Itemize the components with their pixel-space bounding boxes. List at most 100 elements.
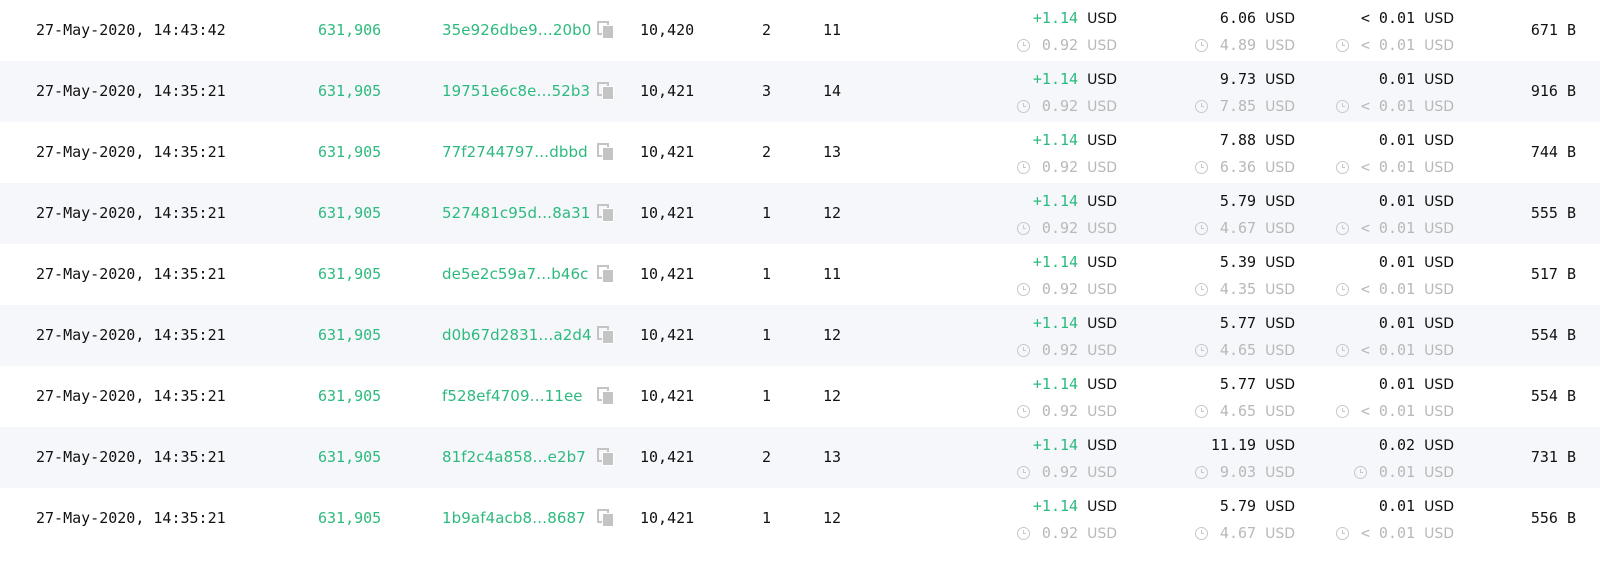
tx-hash-link[interactable]: 1b9af4acb8…8687 <box>442 508 586 528</box>
fee-usd-then-value: 7.85 <box>1219 97 1257 115</box>
table-row[interactable]: 27-May-2020, 14:35:21 631,905 81f2c4a858…e… <box>0 427 1600 488</box>
fee-per-kb-then-unit: USD <box>1424 282 1454 298</box>
fee-usd-unit: USD <box>1265 11 1295 27</box>
fee-per-kb: 0.01 USD <box>1379 374 1454 395</box>
output-usd-value: +1.14 <box>1032 192 1079 210</box>
block-link[interactable]: 631,906 <box>318 20 381 40</box>
clock-icon <box>1016 39 1030 52</box>
tx-hash-link[interactable]: 19751e6c8e…52b3 <box>442 81 590 101</box>
output-usd-then: 0.92 USD <box>1016 401 1117 422</box>
tx-hash-link[interactable]: d0b67d2831…a2d4 <box>442 325 592 345</box>
input-count: 1 <box>762 509 772 527</box>
copy-icon[interactable] <box>597 20 615 40</box>
block-link[interactable]: 631,905 <box>318 508 381 528</box>
output-usd: +1.14 USD <box>1033 8 1117 29</box>
fee-usd-then: 4.67 USD <box>1194 523 1295 544</box>
fee-per-kb-then: < 0.01 USD <box>1335 523 1454 544</box>
fee-per-kb-value: 0.01 <box>1378 497 1416 515</box>
table-row[interactable]: 27-May-2020, 14:35:21 631,905 1b9af4acb8…8… <box>0 488 1600 549</box>
output-count: 12 <box>823 509 842 527</box>
fee-per-kb-then: < 0.01 USD <box>1335 401 1454 422</box>
copy-icon-front <box>602 513 614 527</box>
tx-hash-link[interactable]: 527481c95d…8a31 <box>442 203 590 223</box>
fee-usd-then-unit: USD <box>1265 282 1295 298</box>
fee-per-kb-then-value: < 0.01 <box>1360 280 1416 298</box>
table-row[interactable]: 27-May-2020, 14:43:42 631,906 35e926dbe9…2… <box>0 0 1600 61</box>
clock-icon <box>1353 466 1367 479</box>
block-link[interactable]: 631,905 <box>318 264 381 284</box>
copy-icon[interactable] <box>597 264 615 284</box>
clock-icon <box>1194 39 1208 52</box>
output-usd-then: 0.92 USD <box>1016 157 1117 178</box>
tx-size: 555 B <box>1530 204 1576 222</box>
input-count: 2 <box>762 448 772 466</box>
clock-icon <box>1194 405 1208 418</box>
table-row[interactable]: 27-May-2020, 14:35:21 631,905 19751e6c8e…5… <box>0 61 1600 122</box>
copy-icon[interactable] <box>597 325 615 345</box>
fee-per-kb-then: < 0.01 USD <box>1335 35 1454 56</box>
fee-usd-then-value: 4.67 <box>1219 219 1257 237</box>
output-usd-unit: USD <box>1087 316 1117 332</box>
tx-hash-link[interactable]: 77f2744797…dbbd <box>442 142 588 162</box>
output-usd-unit: USD <box>1087 255 1117 271</box>
fee-usd: 7.88 USD <box>1220 130 1295 151</box>
fee-usd: 5.79 USD <box>1220 496 1295 517</box>
copy-icon[interactable] <box>597 81 615 101</box>
fee-usd-value: 11.19 <box>1210 436 1257 454</box>
fee-usd-then: 4.35 USD <box>1194 279 1295 300</box>
table-row[interactable]: 27-May-2020, 14:35:21 631,905 77f2744797…d… <box>0 122 1600 183</box>
block-link[interactable]: 631,905 <box>318 142 381 162</box>
tx-time: 27-May-2020, 14:35:21 <box>36 448 226 466</box>
fee-usd: 5.77 USD <box>1220 313 1295 334</box>
tx-hash-link[interactable]: 81f2c4a858…e2b7 <box>442 447 586 467</box>
tx-time: 27-May-2020, 14:35:21 <box>36 265 226 283</box>
output-usd: +1.14 USD <box>1033 69 1117 90</box>
tx-hash-link[interactable]: f528ef4709…11ee <box>442 386 583 406</box>
fee-usd-then-unit: USD <box>1265 404 1295 420</box>
output-usd-then-unit: USD <box>1087 221 1117 237</box>
clock-icon <box>1194 527 1208 540</box>
block-link[interactable]: 631,905 <box>318 81 381 101</box>
input-count: 1 <box>762 387 772 405</box>
fee-usd: 11.19 USD <box>1211 435 1295 456</box>
copy-icon-front <box>602 269 614 283</box>
copy-icon[interactable] <box>597 447 615 467</box>
fee-usd-then: 4.67 USD <box>1194 218 1295 239</box>
tx-time: 27-May-2020, 14:35:21 <box>36 509 226 527</box>
tx-hash-link[interactable]: 35e926dbe9…20b0 <box>442 20 591 40</box>
fee-per-kb-then-unit: USD <box>1424 465 1454 481</box>
fee-per-kb-unit: USD <box>1424 499 1454 515</box>
copy-icon[interactable] <box>597 142 615 162</box>
clock-icon <box>1335 222 1349 235</box>
fee-per-kb-then: < 0.01 USD <box>1335 340 1454 361</box>
output-usd-then-unit: USD <box>1087 38 1117 54</box>
copy-icon[interactable] <box>597 386 615 406</box>
block-link[interactable]: 631,905 <box>318 447 381 467</box>
table-row[interactable]: 27-May-2020, 14:35:21 631,905 f528ef4709…1… <box>0 366 1600 427</box>
output-usd-value: +1.14 <box>1032 253 1079 271</box>
fee-per-kb-then-unit: USD <box>1424 221 1454 237</box>
output-usd-unit: USD <box>1087 499 1117 515</box>
fee-usd-unit: USD <box>1265 377 1295 393</box>
copy-icon[interactable] <box>597 203 615 223</box>
block-link[interactable]: 631,905 <box>318 203 381 223</box>
copy-icon-front <box>602 391 614 405</box>
table-row[interactable]: 27-May-2020, 14:35:21 631,905 527481c95d…8… <box>0 183 1600 244</box>
clock-icon <box>1016 527 1030 540</box>
confirmations: 10,420 <box>640 21 695 39</box>
table-row[interactable]: 27-May-2020, 14:35:21 631,905 de5e2c59a7…b… <box>0 244 1600 305</box>
table-row[interactable]: 27-May-2020, 14:35:21 631,905 d0b67d2831…a… <box>0 305 1600 366</box>
fee-per-kb: 0.01 USD <box>1379 191 1454 212</box>
fee-per-kb: 0.01 USD <box>1379 496 1454 517</box>
tx-hash-link[interactable]: de5e2c59a7…b46c <box>442 264 589 284</box>
fee-usd-then-value: 4.67 <box>1219 524 1257 542</box>
fee-usd-unit: USD <box>1265 316 1295 332</box>
output-usd-unit: USD <box>1087 11 1117 27</box>
output-usd: +1.14 USD <box>1033 130 1117 151</box>
tx-time: 27-May-2020, 14:35:21 <box>36 143 226 161</box>
confirmations: 10,421 <box>640 448 695 466</box>
block-link[interactable]: 631,905 <box>318 325 381 345</box>
copy-icon[interactable] <box>597 508 615 528</box>
block-link[interactable]: 631,905 <box>318 386 381 406</box>
fee-per-kb-then: < 0.01 USD <box>1335 218 1454 239</box>
